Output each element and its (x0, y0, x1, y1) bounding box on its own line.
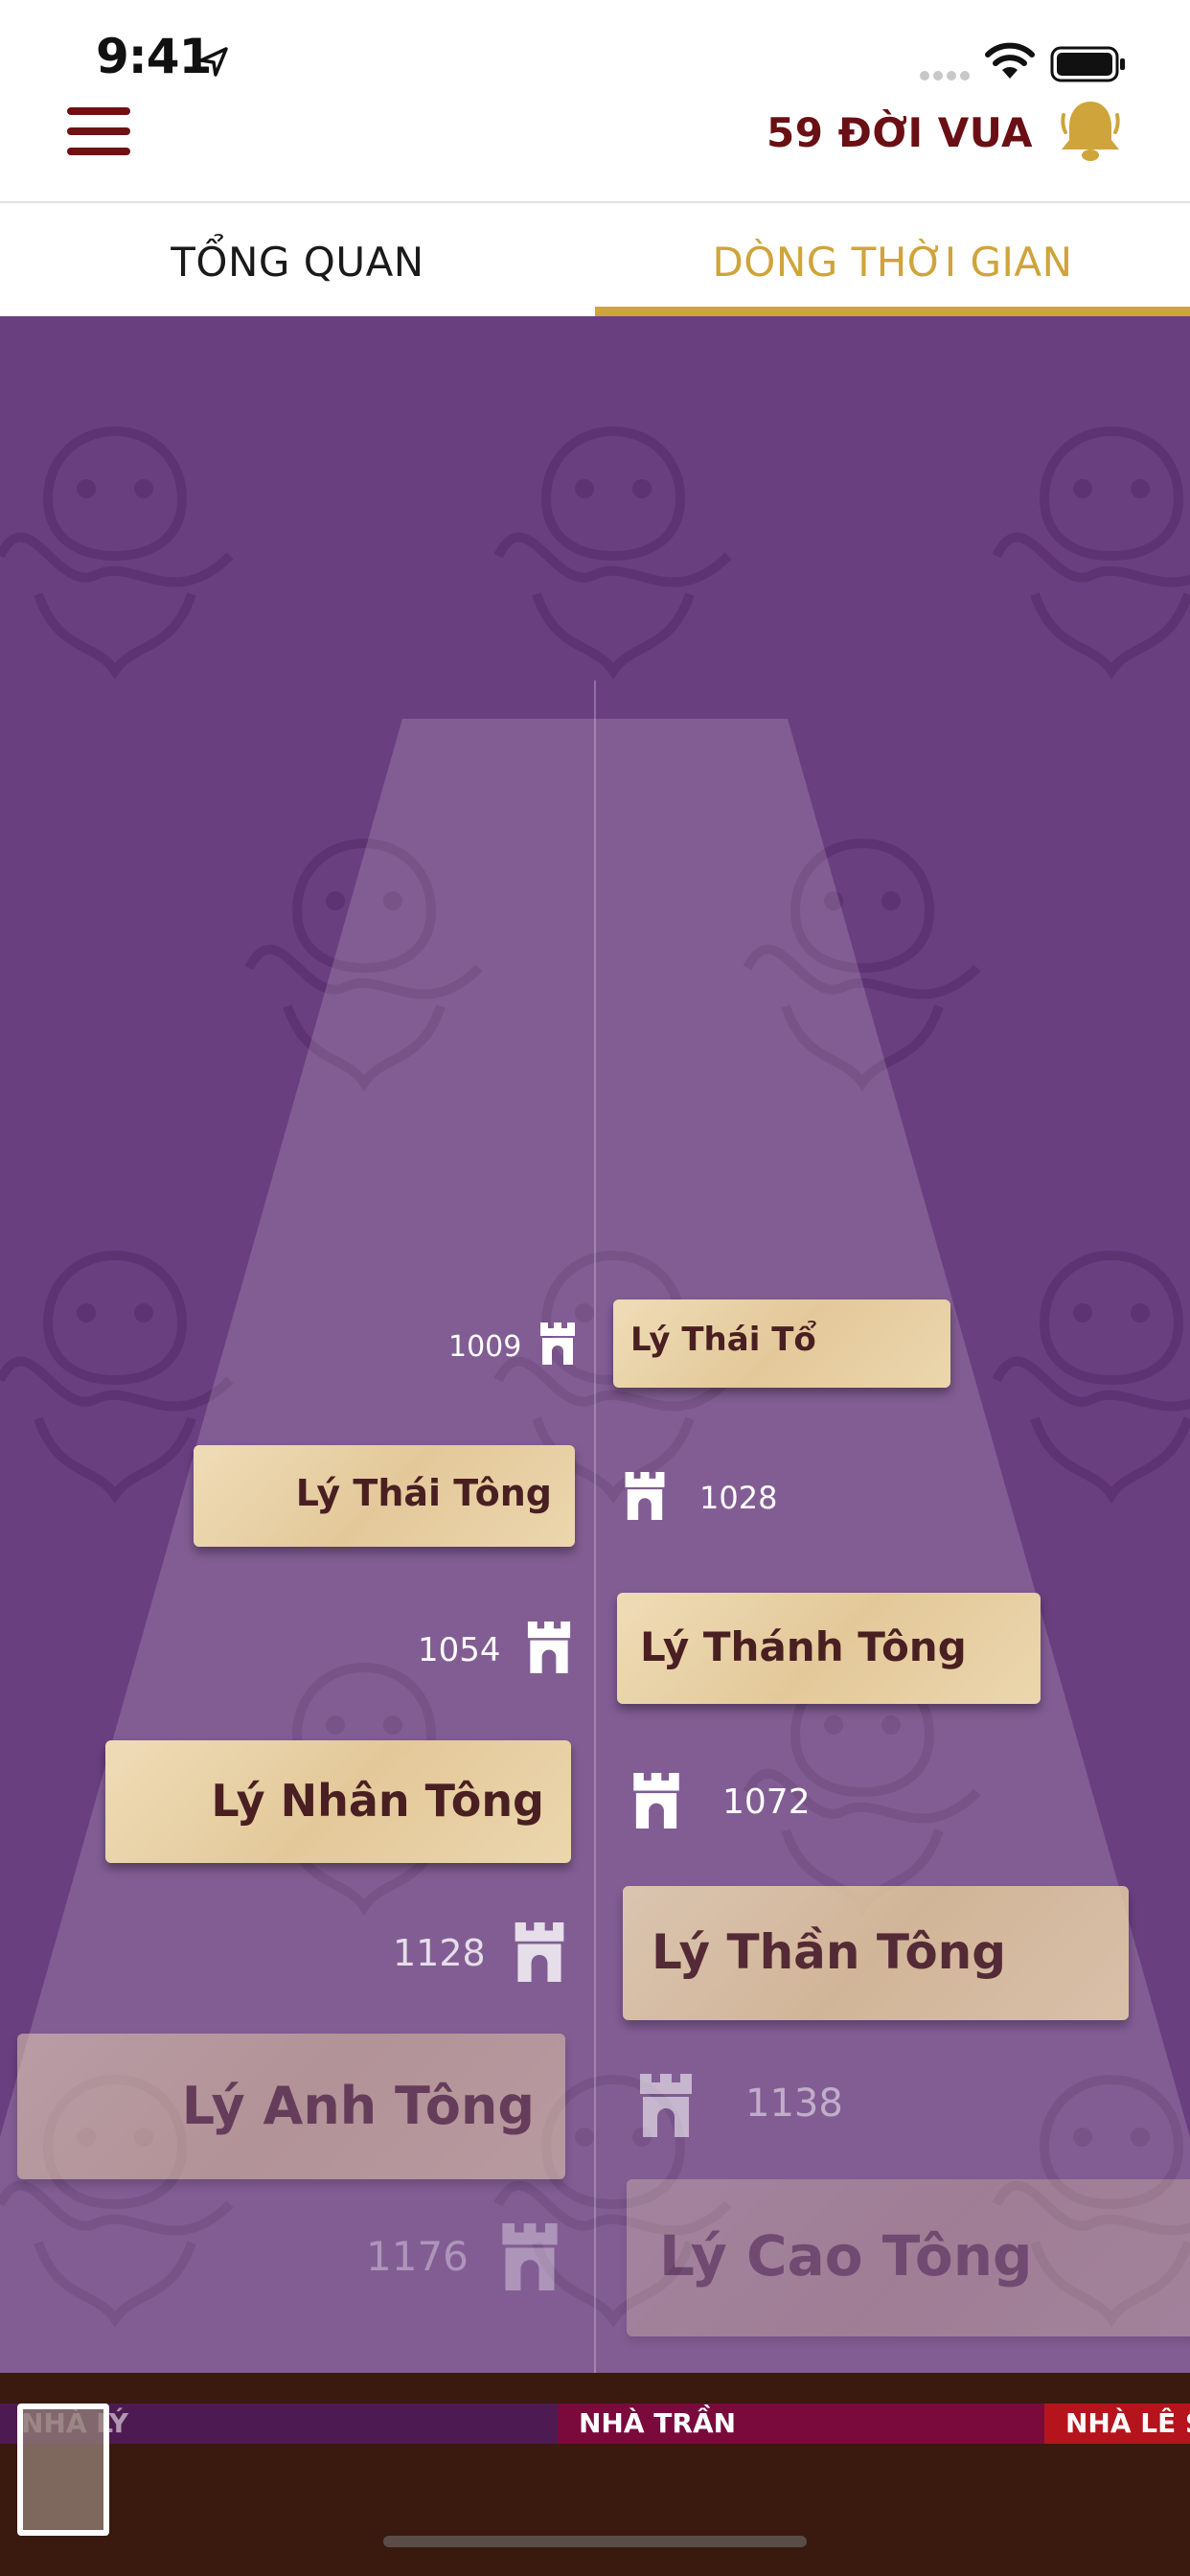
reign-year: 1138 (745, 2082, 843, 2126)
timeline-axis (594, 680, 596, 2373)
king-card-ly-cao-tong[interactable]: Lý Cao Tông (627, 2179, 1190, 2336)
reign-year: 1009 (448, 1330, 522, 1364)
bell-icon (1061, 102, 1120, 161)
scrubber-handle[interactable] (17, 2404, 109, 2536)
king-card-ly-thai-to[interactable]: Lý Thái Tổ (613, 1300, 950, 1388)
king-card-ly-nhan-tong[interactable]: Lý Nhân Tông (105, 1740, 571, 1863)
citadel-tower-icon (527, 1622, 571, 1673)
dynasty-segment-le-so[interactable]: NHÀ LÊ SƠ (1044, 2404, 1190, 2444)
citadel-tower-icon (640, 2074, 692, 2137)
cellular-signal-icon (920, 71, 970, 80)
timeline-view[interactable]: Lý Thái Tổ 1009 Lý Thái Tông 1028 Lý Thá… (0, 316, 1190, 2373)
notification-button[interactable] (1056, 96, 1125, 165)
reign-year: 1054 (418, 1631, 501, 1669)
king-card-ly-thanh-tong[interactable]: Lý Thánh Tông (617, 1593, 1041, 1704)
tab-bar: TỔNG QUAN DÒNG THỜI GIAN (0, 201, 1190, 316)
wifi-icon (985, 42, 1035, 79)
status-bar: 9:41 (0, 0, 1190, 96)
tab-overview[interactable]: TỔNG QUAN (0, 203, 595, 316)
reign-year: 1128 (393, 1932, 486, 1974)
dynasty-label: NHÀ LÊ SƠ (1065, 2407, 1190, 2439)
battery-icon (1050, 46, 1125, 82)
nav-bar: 59 ĐỜI VUA (0, 96, 1190, 201)
home-indicator (383, 2536, 807, 2547)
active-tab-indicator (595, 307, 1190, 316)
menu-button[interactable] (61, 102, 138, 159)
citadel-tower-icon (540, 1322, 575, 1365)
page-title: 59 ĐỜI VUA (767, 109, 1034, 156)
location-arrow-icon (199, 47, 228, 77)
king-card-ly-than-tong[interactable]: Lý Thần Tông (623, 1886, 1129, 2020)
dynasty-label: NHÀ TRẦN (579, 2407, 737, 2439)
reign-year: 1028 (699, 1480, 778, 1516)
dynasty-segment-tran[interactable]: NHÀ TRẦN (558, 2404, 1044, 2444)
citadel-tower-icon (633, 1773, 679, 1828)
status-time: 9:41 (96, 29, 212, 84)
citadel-tower-icon (515, 1922, 564, 1982)
reign-year: 1176 (366, 2233, 469, 2280)
citadel-tower-icon (625, 1472, 665, 1520)
reign-year: 1072 (722, 1782, 811, 1822)
king-card-ly-thai-tong[interactable]: Lý Thái Tông (194, 1445, 575, 1547)
citadel-tower-icon (502, 2223, 558, 2290)
tab-timeline[interactable]: DÒNG THỜI GIAN (595, 203, 1190, 316)
king-card-ly-anh-tong[interactable]: Lý Anh Tông (17, 2034, 565, 2179)
